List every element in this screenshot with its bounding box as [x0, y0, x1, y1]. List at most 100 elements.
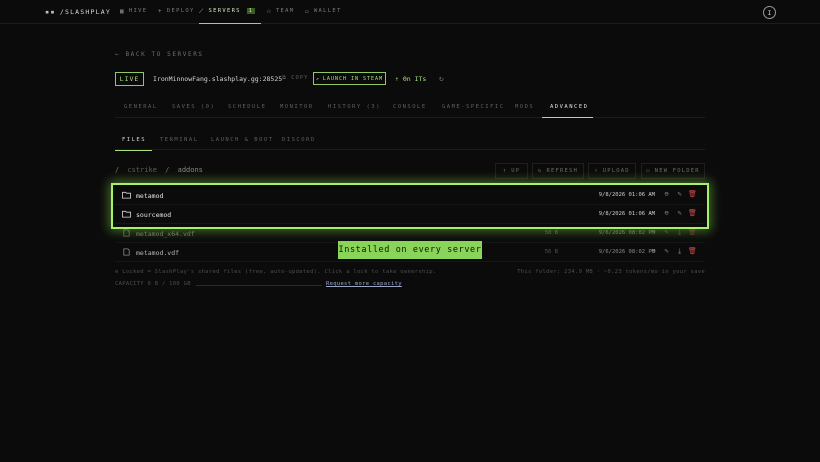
file-name: sourcemod [136, 211, 172, 219]
file-modified: 9/6/2026 08:02 PM [598, 249, 655, 255]
up-button[interactable]: ↑ UP [495, 163, 528, 179]
avatar[interactable]: I [763, 6, 776, 19]
launch-in-steam-button[interactable]: ↗ LAUNCH IN STEAM [313, 72, 386, 85]
server-address: IronMinnowFang.slashplay.gg:28525 [153, 75, 283, 83]
tab-console[interactable]: CONSOLE [393, 98, 427, 118]
nav-item-team[interactable]: ⚇ TEAM [267, 0, 294, 24]
capacity-label: CAPACITY 0 B / 100 GB [115, 281, 191, 287]
refresh-status-icon[interactable]: ↻ [439, 74, 444, 83]
tab-files[interactable]: FILES [115, 131, 152, 151]
edit-icon[interactable]: ✎ [662, 247, 671, 256]
copy-icon: ⧉ [282, 75, 287, 81]
player-count: ⇡ 0n ITs [395, 75, 426, 83]
download-icon[interactable]: ⤓ [675, 247, 684, 256]
tab-schedule[interactable]: SCHEDULE [228, 98, 267, 118]
tab-discord[interactable]: DISCORD [282, 131, 316, 151]
brand-logo[interactable]: ▪▪ /SLASHPLAY [45, 8, 111, 16]
copy-address-button[interactable]: ⧉ COPY [282, 75, 309, 82]
list-item[interactable]: metamod 9/8/2026 01:06 AM ⊖ ✎ 🗑 [115, 186, 705, 205]
nav-item-servers[interactable]: ⟋ SERVERS 1 [199, 0, 261, 24]
nav-item-label: TEAM [275, 8, 295, 14]
row-actions: ⊖ ✎ 🗑 [662, 190, 697, 199]
lock-icon[interactable]: ⊖ [662, 209, 671, 218]
new-folder-label: NEW FOLDER [654, 168, 700, 174]
tab-general[interactable]: GENERAL [124, 98, 158, 118]
refresh-button[interactable]: ↻ REFRESH [532, 163, 584, 179]
gamepad-icon: ▪▪ [45, 8, 56, 16]
team-icon: ⚇ [267, 8, 272, 15]
request-capacity-link[interactable]: Request more capacity [326, 281, 402, 287]
folder-icon [122, 191, 131, 199]
nav-item-hive[interactable]: ▦ HIVE [120, 0, 147, 24]
upload-button[interactable]: ⇪ UPLOAD [588, 163, 636, 179]
tab-mods[interactable]: MODS [515, 98, 534, 118]
nav-item-label: DEPLOY [166, 8, 195, 14]
player-icon: ⇡ [395, 75, 399, 83]
lock-icon[interactable]: ⊖ [662, 190, 671, 199]
servers-count-badge: 1 [246, 8, 256, 14]
tab-advanced[interactable]: ADVANCED [542, 98, 593, 118]
new-folder-button[interactable]: ▭ NEW FOLDER [641, 163, 705, 179]
list-item[interactable]: sourcemod 9/8/2026 01:06 AM ⊖ ✎ 🗑 [115, 205, 705, 224]
breadcrumb-current: addons [177, 166, 203, 174]
refresh-icon: ↻ [537, 168, 543, 174]
steam-label: LAUNCH IN STEAM [322, 75, 384, 82]
delete-icon[interactable]: 🗑 [688, 228, 697, 237]
delete-icon[interactable]: 🗑 [688, 247, 697, 256]
edit-icon[interactable]: ✎ [675, 190, 684, 199]
row-actions: ⊖ ✎ 🗑 [662, 209, 697, 218]
arrow-left-icon: ← [115, 51, 121, 58]
tab-history[interactable]: HISTORY (3) [328, 98, 381, 118]
file-modified: 9/6/2026 08:02 PM [598, 230, 655, 236]
folder-size-info: This folder: 234.9 MB · ~0.23 tokens/mo … [517, 269, 705, 275]
lock-icon[interactable]: ⊖ [649, 247, 658, 256]
tab-game-specific[interactable]: GAME-SPECIFIC [442, 98, 505, 118]
player-count-label: 0n ITs [402, 75, 427, 83]
folder-plus-icon: ▭ [646, 168, 651, 174]
breadcrumb: / cstrike / addons [115, 166, 203, 174]
download-icon[interactable]: ⤓ [675, 228, 684, 237]
edit-icon[interactable]: ✎ [675, 209, 684, 218]
breadcrumb-root[interactable]: cstrike [127, 166, 157, 174]
copy-label: COPY [291, 75, 309, 81]
external-link-icon: ↗ [315, 75, 320, 82]
capacity-row: CAPACITY 0 B / 100 GB Request more capac… [115, 281, 402, 287]
lock-icon[interactable]: ⊖ [649, 228, 658, 237]
nav-item-label: HIVE [128, 8, 148, 14]
up-label: UP [511, 168, 521, 174]
tab-monitor[interactable]: MONITOR [280, 98, 314, 118]
file-modified: 9/8/2026 01:06 AM [598, 192, 655, 198]
tooltip: Installed on every server [338, 241, 482, 259]
wallet-icon: ▭ [305, 8, 310, 15]
delete-icon[interactable]: 🗑 [688, 190, 697, 199]
locked-note-text: Locked = SlashPlay's shared files (free,… [122, 269, 437, 275]
file-name: metamod.vdf [136, 249, 180, 257]
server-header: LIVE IronMinnowFang.slashplay.gg:28525 ⧉… [115, 72, 444, 86]
hive-icon: ▦ [120, 8, 125, 15]
main-tabs: GENERAL SAVES (0) SCHEDULE MONITOR HISTO… [115, 98, 705, 118]
back-to-servers-link[interactable]: ← BACK TO SERVERS [115, 51, 204, 58]
sub-tabs: FILES TERMINAL LAUNCH & BOOT DISCORD [115, 131, 705, 151]
nav-item-label: WALLET [313, 8, 342, 14]
nav-item-wallet[interactable]: ▭ WALLET [305, 0, 342, 24]
file-icon [123, 229, 130, 237]
edit-icon[interactable]: ✎ [662, 228, 671, 237]
upload-icon: ⇪ [594, 168, 599, 174]
file-size: 58 B [544, 230, 558, 236]
back-link-label: BACK TO SERVERS [125, 51, 204, 58]
file-icon [123, 248, 130, 256]
file-modified: 9/8/2026 01:06 AM [598, 211, 655, 217]
nav-item-label: SERVERS [208, 8, 241, 14]
path-separator: / [115, 166, 120, 174]
file-size: 56 B [544, 249, 558, 255]
tab-terminal[interactable]: TERMINAL [160, 131, 199, 151]
signal-icon: ⟋ [199, 8, 205, 15]
capacity-bar [196, 285, 322, 286]
nav-item-deploy[interactable]: + DEPLOY [158, 0, 195, 24]
delete-icon[interactable]: 🗑 [688, 209, 697, 218]
tab-saves[interactable]: SAVES (0) [172, 98, 215, 118]
locked-files-note: ⊖ Locked = SlashPlay's shared files (fre… [115, 269, 436, 275]
top-nav: ▪▪ /SLASHPLAY ▦ HIVE + DEPLOY ⟋ SERVERS … [0, 0, 820, 24]
row-actions: ⊖ ✎ ⤓ 🗑 [649, 228, 697, 237]
tab-launch-boot[interactable]: LAUNCH & BOOT [211, 131, 274, 151]
